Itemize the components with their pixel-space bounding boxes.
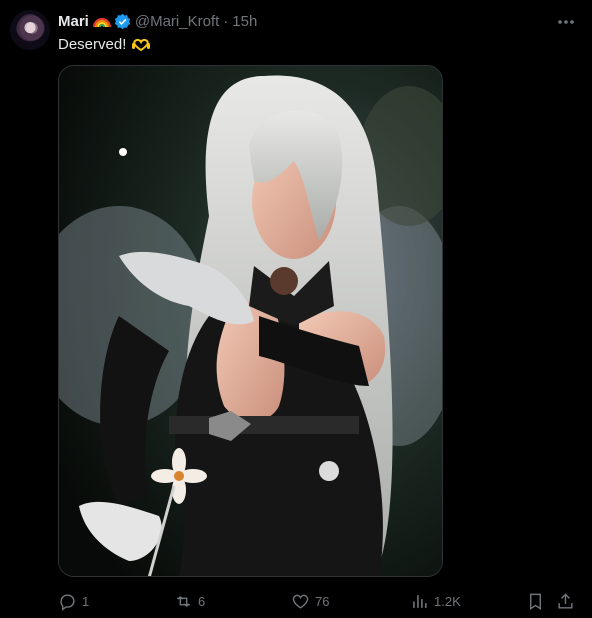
author-handle[interactable]: @Mari_Kroft xyxy=(135,13,219,30)
share-icon xyxy=(558,592,573,609)
views-count: 1.2K xyxy=(434,593,461,609)
repost-icon xyxy=(177,595,190,607)
more-icon[interactable] xyxy=(556,12,576,32)
post-image-artwork xyxy=(59,66,442,576)
post-image[interactable] xyxy=(58,65,443,577)
share-button[interactable] xyxy=(556,588,575,614)
views-icon xyxy=(413,594,427,608)
verified-badge-icon[interactable] xyxy=(114,13,131,30)
post-text-content: Deserved! xyxy=(58,36,127,53)
repost-count: 6 xyxy=(198,593,206,609)
author-name[interactable]: Mari xyxy=(58,13,89,30)
heart-hands-emoji-icon xyxy=(132,38,151,52)
post-actions: 1 6 76 1.2K xyxy=(58,588,592,614)
reply-button[interactable]: 1 xyxy=(58,588,89,614)
post-header: Mari @Mari_Kroft · 15h xyxy=(58,11,257,31)
like-icon xyxy=(292,594,309,609)
repost-button[interactable]: 6 xyxy=(174,588,205,614)
views-button[interactable]: 1.2K xyxy=(410,588,461,614)
author-avatar[interactable] xyxy=(10,10,50,50)
like-button[interactable]: 76 xyxy=(291,588,329,614)
reply-count: 1 xyxy=(82,593,90,609)
separator-dot: · xyxy=(223,12,229,30)
post-timestamp[interactable]: 15h xyxy=(232,13,257,30)
like-count: 76 xyxy=(315,593,330,609)
bookmark-icon xyxy=(530,593,541,610)
post-text: Deserved! xyxy=(58,35,151,55)
reply-icon xyxy=(60,593,75,611)
rainbow-emoji-icon xyxy=(92,18,111,28)
bookmark-button[interactable] xyxy=(526,588,545,614)
